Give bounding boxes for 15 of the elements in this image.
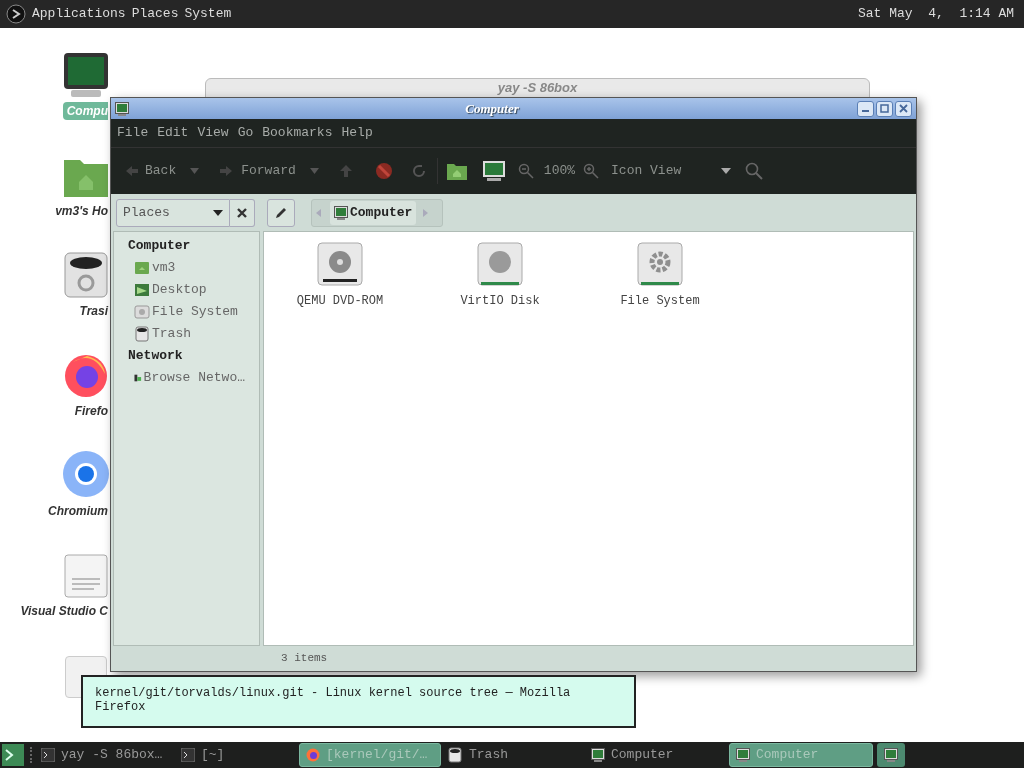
tooltip: kernel/git/torvalds/linux.git - Linux kernel source tree — Mozilla Firefox	[81, 675, 636, 728]
desktop-icon-label: Trasi	[78, 303, 108, 320]
drive-label: File System	[620, 293, 700, 310]
desktop-icon-label: vm3's Ho	[54, 203, 108, 220]
zoom-level: 100%	[543, 162, 576, 181]
desktop-icon-label: Visual Studio C	[19, 603, 108, 620]
desktop-icon-label: Compu	[62, 102, 108, 120]
drive-label: VirtIO Disk	[460, 293, 540, 310]
window-title: Computer	[464, 99, 520, 118]
sidebar-heading: Network	[128, 347, 184, 366]
drive-label: QEMU DVD-ROM	[296, 293, 384, 310]
desktop-icon-label: Firefo	[73, 403, 108, 420]
desktop-icon-label: Chromium	[47, 503, 108, 520]
status-text: 3 items	[281, 651, 328, 667]
sidebar-heading: Computer	[128, 237, 192, 256]
